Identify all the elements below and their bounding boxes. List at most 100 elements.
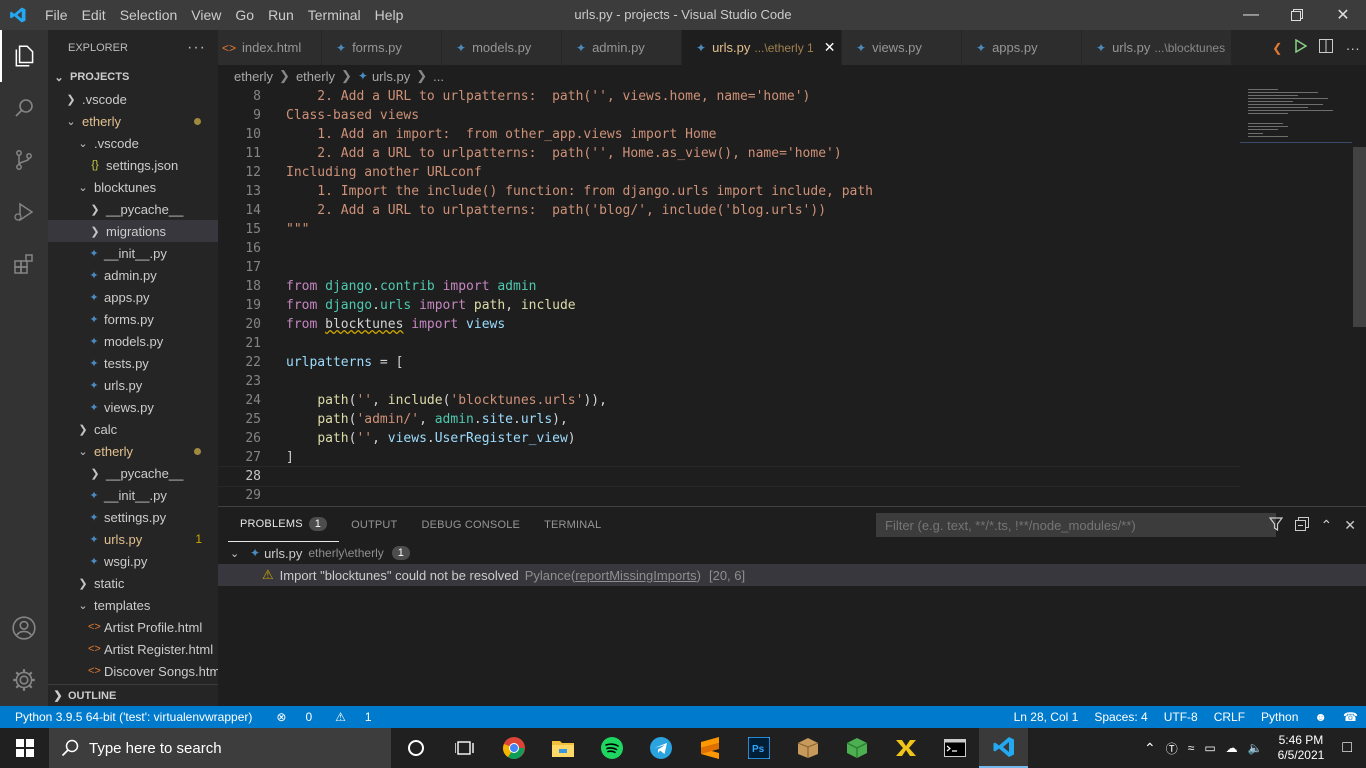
close-panel-icon[interactable]: ✕	[1344, 517, 1356, 534]
tree-file[interactable]: ✦ views.py	[48, 396, 218, 418]
settings-gear-icon[interactable]	[0, 654, 48, 706]
meet-now-icon[interactable]: Ⓣ	[1161, 740, 1183, 757]
tab-file[interactable]: ✦ apps.py	[962, 30, 1082, 65]
problems-status[interactable]: ⊗ 0 ⚠ 1	[260, 710, 387, 724]
spotify-icon[interactable]	[587, 728, 636, 768]
tree-file[interactable]: ✦ forms.py	[48, 308, 218, 330]
tree-file[interactable]: ✦ __init__.py	[48, 242, 218, 264]
chrome-icon[interactable]	[489, 728, 538, 768]
tree-folder[interactable]: ⌄ etherly	[48, 440, 218, 462]
photoshop-icon[interactable]: Ps	[734, 728, 783, 768]
problems-filter-input[interactable]	[876, 513, 1276, 537]
tree-file[interactable]: <> Artist Profile.html	[48, 616, 218, 638]
windows-start-icon[interactable]	[0, 728, 49, 768]
code-editor[interactable]: 8 2. Add a URL to urlpatterns: path('', …	[218, 87, 1366, 506]
green-cube-icon[interactable]	[832, 728, 881, 768]
tree-file[interactable]: ✦ admin.py	[48, 264, 218, 286]
code-line[interactable]: 14 2. Add a URL to urlpatterns: path('bl…	[218, 201, 1366, 220]
code-line[interactable]: 26 path('', views.UserRegister_view)	[218, 429, 1366, 448]
tab-file[interactable]: ✦ urls.py ...\blocktunes	[1082, 30, 1232, 65]
onedrive-cloud-icon[interactable]: ☁	[1221, 741, 1243, 755]
tab-file[interactable]: ✦ views.py	[842, 30, 962, 65]
code-line[interactable]: 10 1. Add an import: from other_app.view…	[218, 125, 1366, 144]
tree-folder[interactable]: ⌄ blocktunes	[48, 176, 218, 198]
code-line[interactable]: 23	[218, 372, 1366, 391]
tree-file[interactable]: ✦ apps.py	[48, 286, 218, 308]
eol-status[interactable]: CRLF	[1206, 710, 1253, 724]
code-line[interactable]: 17	[218, 258, 1366, 277]
file-explorer-icon[interactable]	[538, 728, 587, 768]
code-line[interactable]: 16	[218, 239, 1366, 258]
tab-output[interactable]: OUTPUT	[339, 507, 409, 542]
tree-folder[interactable]: ❯ static	[48, 572, 218, 594]
tree-file[interactable]: ✦ settings.py	[48, 506, 218, 528]
source-control-icon[interactable]	[0, 134, 48, 186]
tree-file[interactable]: ✦ urls.py 1	[48, 528, 218, 550]
run-debug-icon[interactable]	[0, 186, 48, 238]
more-actions-icon[interactable]: ···	[187, 39, 206, 57]
outline-section-header[interactable]: ❯ OUTLINE	[48, 684, 218, 706]
vscode-taskbar-icon[interactable]	[979, 728, 1028, 768]
menu-view[interactable]: View	[184, 7, 228, 23]
code-line[interactable]: 8 2. Add a URL to urlpatterns: path('', …	[218, 87, 1366, 106]
restore-button[interactable]	[1274, 0, 1320, 30]
menu-terminal[interactable]: Terminal	[301, 7, 368, 23]
code-line[interactable]: 13 1. Import the include() function: fro…	[218, 182, 1366, 201]
network-icon[interactable]: ≈	[1183, 741, 1200, 755]
maximize-panel-icon[interactable]: ⌃	[1321, 517, 1333, 534]
breadcrumb-item[interactable]: urls.py	[372, 69, 410, 84]
explorer-icon[interactable]	[0, 30, 48, 82]
chevron-up-icon[interactable]: ⌃	[1139, 740, 1161, 757]
code-line[interactable]: 21	[218, 334, 1366, 353]
cortana-icon[interactable]	[391, 728, 440, 768]
close-window-button[interactable]: ✕	[1320, 0, 1366, 30]
accounts-icon[interactable]	[0, 602, 48, 654]
projects-section-header[interactable]: ⌄ PROJECTS	[48, 66, 218, 88]
tree-folder[interactable]: ❯ __pycache__	[48, 198, 218, 220]
sublime-text-icon[interactable]	[685, 728, 734, 768]
menu-edit[interactable]: Edit	[75, 7, 113, 23]
close-tab-icon[interactable]: ✕	[824, 39, 836, 56]
split-editor-icon[interactable]	[1319, 39, 1334, 56]
tree-file[interactable]: {} settings.json	[48, 154, 218, 176]
breadcrumb-item[interactable]: etherly	[296, 69, 335, 84]
cursor-position-status[interactable]: Ln 28, Col 1	[1006, 710, 1087, 724]
problem-item[interactable]: ⚠ Import "blocktunes" could not be resol…	[218, 564, 1366, 586]
taskbar-search-box[interactable]: Type here to search	[49, 728, 391, 768]
menu-help[interactable]: Help	[368, 7, 411, 23]
minimap[interactable]	[1240, 87, 1366, 506]
code-line[interactable]: 24 path('', include('blocktunes.urls')),	[218, 391, 1366, 410]
tree-folder[interactable]: ❯ calc	[48, 418, 218, 440]
minimize-button[interactable]: —	[1228, 0, 1274, 30]
editor-scrollbar[interactable]	[1352, 87, 1366, 506]
network-tool-icon[interactable]	[881, 728, 930, 768]
code-line[interactable]: 22 urlpatterns = [	[218, 353, 1366, 372]
indentation-status[interactable]: Spaces: 4	[1086, 710, 1155, 724]
filter-icon[interactable]	[1268, 516, 1283, 534]
tree-file[interactable]: <> Artist Register.html	[48, 638, 218, 660]
tree-folder[interactable]: ❯ migrations	[48, 220, 218, 242]
telegram-icon[interactable]	[636, 728, 685, 768]
tree-folder[interactable]: ⌄ etherly	[48, 110, 218, 132]
tree-file[interactable]: ✦ wsgi.py	[48, 550, 218, 572]
code-line[interactable]: 11 2. Add a URL to urlpatterns: path('',…	[218, 144, 1366, 163]
tab-active-file[interactable]: ✦ urls.py ...\etherly 1 ✕	[682, 30, 842, 65]
notification-center-icon[interactable]: □	[1334, 739, 1366, 757]
tab-file[interactable]: <> index.html	[218, 30, 322, 65]
battery-icon[interactable]: ▭	[1199, 741, 1220, 755]
code-line[interactable]: 18 from django.contrib import admin	[218, 277, 1366, 296]
package-box-icon[interactable]	[783, 728, 832, 768]
tree-folder[interactable]: ⌄ templates	[48, 594, 218, 616]
tree-file[interactable]: ✦ __init__.py	[48, 484, 218, 506]
tab-scroll-left-icon[interactable]: ❮	[1272, 41, 1282, 55]
breadcrumb-item[interactable]: etherly	[234, 69, 273, 84]
python-interpreter-status[interactable]: Python 3.9.5 64-bit ('test': virtualenvw…	[7, 710, 260, 724]
tree-file[interactable]: <> Discover Songs.html	[48, 660, 218, 682]
clock[interactable]: 5:46 PM 6/5/2021	[1268, 733, 1335, 763]
run-python-file-icon[interactable]	[1295, 38, 1308, 56]
current-code-line[interactable]: 28	[218, 466, 1366, 487]
tab-file[interactable]: ✦ models.py	[442, 30, 562, 65]
problem-code-link[interactable]: reportMissingImports	[575, 568, 696, 583]
feedback-icon[interactable]: ☻	[1306, 710, 1335, 724]
menu-file[interactable]: File	[38, 7, 75, 23]
